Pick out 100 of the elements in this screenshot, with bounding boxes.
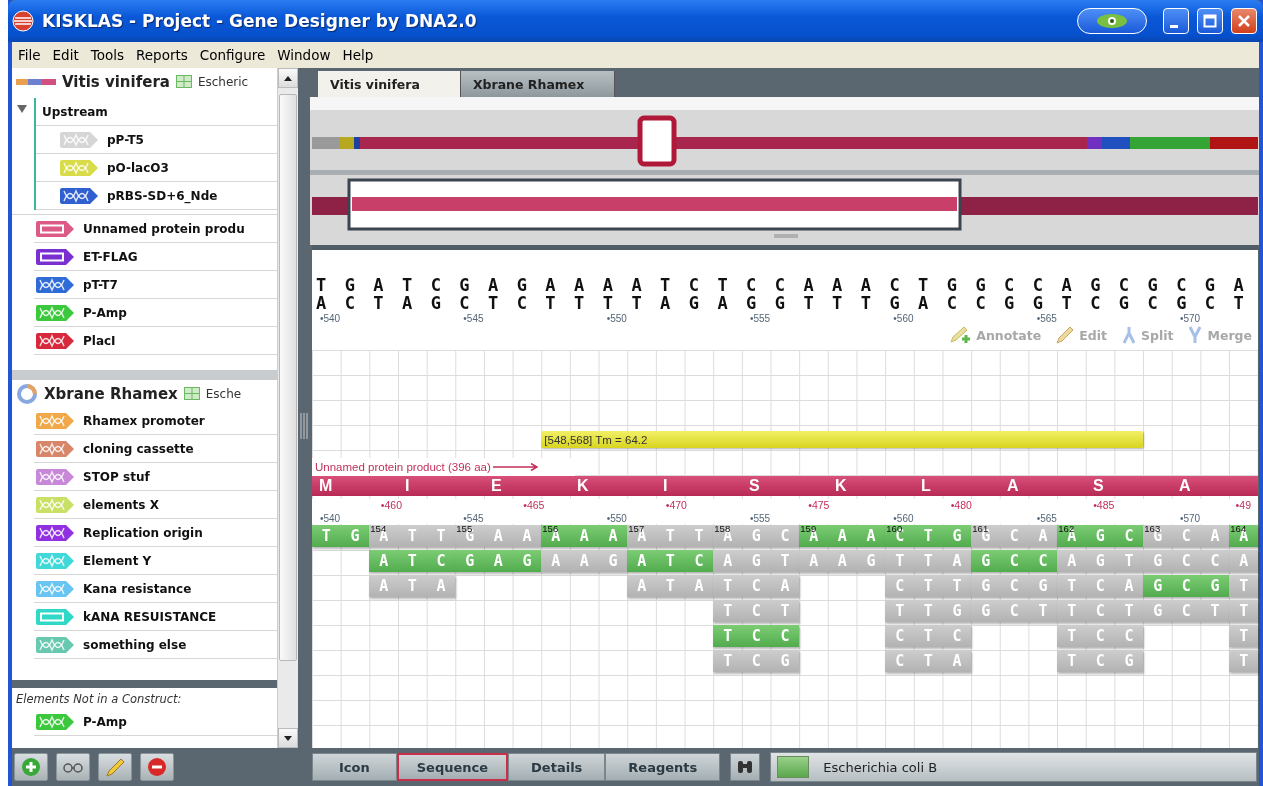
- host-organism: Esche: [205, 386, 242, 401]
- codon[interactable]: 163GCA: [1143, 525, 1230, 547]
- element-label[interactable]: Kana resistance: [83, 581, 192, 596]
- menu-item[interactable]: Reports: [136, 47, 188, 63]
- construct-name[interactable]: Xbrane Rhamex: [44, 384, 178, 403]
- construct-tab[interactable]: Vitis vinifera: [318, 71, 461, 97]
- view-tab[interactable]: Icon: [312, 753, 397, 781]
- element-label[interactable]: P-Amp: [83, 714, 127, 729]
- element-label[interactable]: STOP stuf: [83, 469, 150, 484]
- view-tab[interactable]: Reagents: [605, 753, 721, 781]
- element-label[interactable]: Element Y: [83, 553, 152, 568]
- element-label[interactable]: PlacI: [83, 333, 116, 348]
- minimize-button[interactable]: [1163, 8, 1189, 34]
- element-label[interactable]: Replication origin: [83, 525, 203, 540]
- dna-tag-icon: [34, 439, 76, 458]
- element-label[interactable]: kANA RESUISTANCE: [83, 609, 217, 624]
- dna-tag-icon: [34, 579, 76, 598]
- eye-icon: [1095, 12, 1129, 30]
- element-label[interactable]: Unnamed protein produ: [83, 221, 245, 236]
- element-label[interactable]: Rhamex promoter: [83, 413, 205, 428]
- minus-icon: [147, 757, 167, 777]
- element-label[interactable]: pO-lacO3: [107, 160, 169, 175]
- codon[interactable]: 155GAA: [455, 525, 542, 547]
- circular-plasmid-icon: [16, 382, 38, 405]
- dna-tag-icon: [34, 635, 76, 654]
- element-label[interactable]: pP-T5: [107, 132, 144, 147]
- menu-item[interactable]: Tools: [90, 47, 124, 63]
- dna-tag-icon: [34, 523, 76, 542]
- position-label: •570: [1179, 512, 1202, 524]
- codon[interactable]: 159AAA: [799, 525, 886, 547]
- codon[interactable]: 161GCA: [971, 525, 1058, 547]
- scrollbar-thumb[interactable]: [279, 94, 297, 661]
- codon[interactable]: 164A: [1229, 525, 1258, 547]
- element-label[interactable]: P-Amp: [83, 305, 127, 320]
- menu-item[interactable]: Configure: [199, 47, 266, 63]
- glasses-button[interactable]: [56, 753, 90, 781]
- organism-field[interactable]: Escherichia coli B: [770, 752, 1257, 782]
- element-label[interactable]: pRBS-SD+6_Nde: [107, 188, 218, 203]
- grip-icon[interactable]: [300, 413, 308, 439]
- eye-button[interactable]: [1077, 8, 1147, 34]
- codon[interactable]: 162AGC: [1057, 525, 1144, 547]
- plus-icon: [21, 757, 41, 777]
- organism-swatch: [777, 756, 810, 778]
- expanded-triangle-icon[interactable]: [17, 104, 27, 114]
- minimize-icon: [1170, 24, 1178, 28]
- close-icon: [1237, 14, 1251, 28]
- pencil-icon: [104, 756, 126, 778]
- menu-item[interactable]: File: [18, 47, 41, 63]
- menu-item[interactable]: Help: [342, 47, 374, 63]
- linear-construct-icon: [16, 77, 56, 86]
- codon[interactable]: 156AAA: [541, 525, 628, 547]
- element-label[interactable]: cloning cassette: [83, 441, 194, 456]
- residue-position: •485: [1093, 499, 1116, 512]
- view-tab[interactable]: Sequence: [396, 753, 509, 781]
- amino-acid-letter: S: [1092, 477, 1105, 495]
- dna-bottom-strand: ACTAGCTCTTTTAGAGGTTTGACCGGTCGCGCT: [315, 294, 1258, 312]
- primer-bar[interactable]: [548,568] Tm = 64.2: [541, 431, 1144, 448]
- dna-tag-icon: [58, 186, 100, 205]
- view-tab[interactable]: Details: [508, 753, 606, 781]
- position-label: •545: [462, 512, 485, 524]
- scrollbar[interactable]: [277, 68, 298, 748]
- element-label[interactable]: elements X: [83, 497, 159, 512]
- element-label[interactable]: pT-T7: [83, 277, 118, 292]
- up-triangle-icon: [284, 75, 293, 81]
- table-icon[interactable]: [183, 387, 200, 400]
- construct-name[interactable]: Vitis vinifera: [62, 72, 170, 91]
- codon[interactable]: 154ATT: [369, 525, 456, 547]
- protein-label: Unnamed protein product (396 aa): [315, 461, 491, 473]
- element-label[interactable]: ET-FLAG: [83, 249, 138, 264]
- protein-tag-icon: [34, 247, 76, 266]
- remove-button[interactable]: [140, 753, 174, 781]
- element-label[interactable]: something else: [83, 637, 187, 652]
- split-icon: [1121, 325, 1137, 345]
- down-triangle-icon: [284, 735, 293, 741]
- codon[interactable]: 157ATT: [627, 525, 714, 547]
- dna-tag-icon: [34, 331, 76, 350]
- binoculars-icon: [736, 758, 755, 776]
- scroll-up-button[interactable]: [278, 68, 298, 88]
- find-button[interactable]: [730, 753, 761, 781]
- menu-item[interactable]: Edit: [52, 47, 79, 63]
- position-label: •560: [892, 512, 915, 524]
- amino-acid-letter: A: [1178, 477, 1192, 495]
- glasses-icon: [62, 761, 84, 773]
- table-icon[interactable]: [175, 75, 192, 88]
- residue-position: •480: [950, 499, 973, 512]
- codon[interactable]: 158AGC: [713, 525, 800, 547]
- dna-tag-icon: [34, 411, 76, 430]
- menu-item[interactable]: Window: [277, 47, 331, 63]
- group-label[interactable]: Upstream: [42, 104, 108, 119]
- edit-button[interactable]: [98, 753, 132, 781]
- dna-tag-icon: [34, 551, 76, 570]
- amino-acid-letter: I: [662, 477, 669, 495]
- protein-tag-icon: [34, 219, 76, 238]
- close-button[interactable]: [1231, 8, 1257, 34]
- scroll-down-button[interactable]: [278, 728, 298, 748]
- protein-tag-icon: [34, 607, 76, 626]
- construct-tab[interactable]: Xbrane Rhamex: [460, 71, 616, 97]
- add-button[interactable]: [14, 753, 48, 781]
- maximize-button[interactable]: [1197, 8, 1223, 34]
- position-label: •565: [1035, 312, 1058, 324]
